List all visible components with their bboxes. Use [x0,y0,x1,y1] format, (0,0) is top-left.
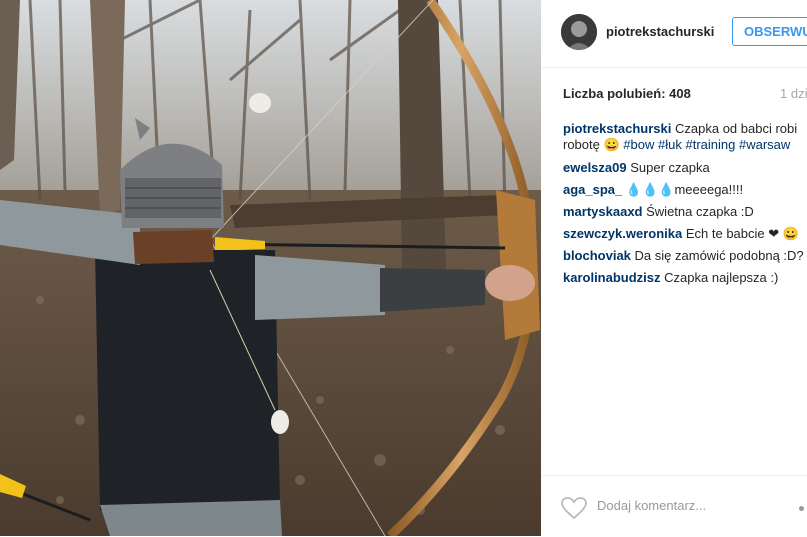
comment-item: szewczyk.weronika Ech te babcie ❤ 😀 [563,223,807,245]
avatar[interactable] [561,14,597,50]
comment-username[interactable]: szewczyk.weronika [563,226,682,241]
comment-item: aga_spa_ 💧💧💧meeeega!!!! [563,179,807,201]
heart-outline-icon[interactable] [561,497,587,520]
comment-text: 💧💧💧meeeega!!!! [625,182,744,197]
comments-list: piotrekstachurski Czapka od babci robi r… [563,120,807,289]
comment-item: ewelsza09 Super czapka [563,157,807,179]
post-timestamp[interactable]: 1 dzień [780,86,807,101]
post-sidebar: piotrekstachurski OBSERWUJ Liczba polubi… [541,0,807,536]
post-header: piotrekstachurski OBSERWUJ [541,0,807,68]
likes-row: Liczba polubień: 408 1 dzień [563,86,807,104]
caption-username[interactable]: piotrekstachurski [563,121,671,136]
comment-item: karolinabudzisz Czapka najlepsza :) [563,267,807,289]
heart-icon-shape [561,497,587,520]
comment-username[interactable]: karolinabudzisz [563,270,661,285]
follow-button[interactable]: OBSERWUJ [732,17,807,46]
comment-username[interactable]: blochoviak [563,248,631,263]
post-caption: piotrekstachurski Czapka od babci robi r… [563,121,807,153]
comment-username[interactable]: martyskaaxd [563,204,643,219]
comment-text: Da się zamówić podobną :D? [634,248,804,263]
comment-username[interactable]: ewelsza09 [563,160,627,175]
hashtag-link[interactable]: #bow [623,137,654,152]
comment-item: martyskaaxd Świetna czapka :D [563,201,807,223]
comment-text: Świetna czapka :D [646,204,754,219]
comment-text: Super czapka [630,160,710,175]
post-photo[interactable] [0,0,541,536]
likes-count[interactable]: Liczba polubień: 408 [563,86,691,101]
comment-item: blochoviak Da się zamówić podobną :D? [563,245,807,267]
hashtag-link[interactable]: #łuk [658,137,682,152]
more-options-icon[interactable] [799,506,804,511]
hashtag-link[interactable]: #warsaw [739,137,790,152]
comment-username[interactable]: aga_spa_ [563,182,622,197]
post-actions-bar: Dodaj komentarz... [541,475,807,537]
archer-photo-illustration [0,0,541,536]
comment-text: Czapka najlepsza :) [664,270,779,285]
avatar-image [561,14,597,50]
add-comment-input[interactable]: Dodaj komentarz... [597,498,706,513]
hashtag-link[interactable]: #training [685,137,735,152]
comment-text: Ech te babcie ❤ 😀 [685,226,799,241]
username-link[interactable]: piotrekstachurski [606,24,714,39]
